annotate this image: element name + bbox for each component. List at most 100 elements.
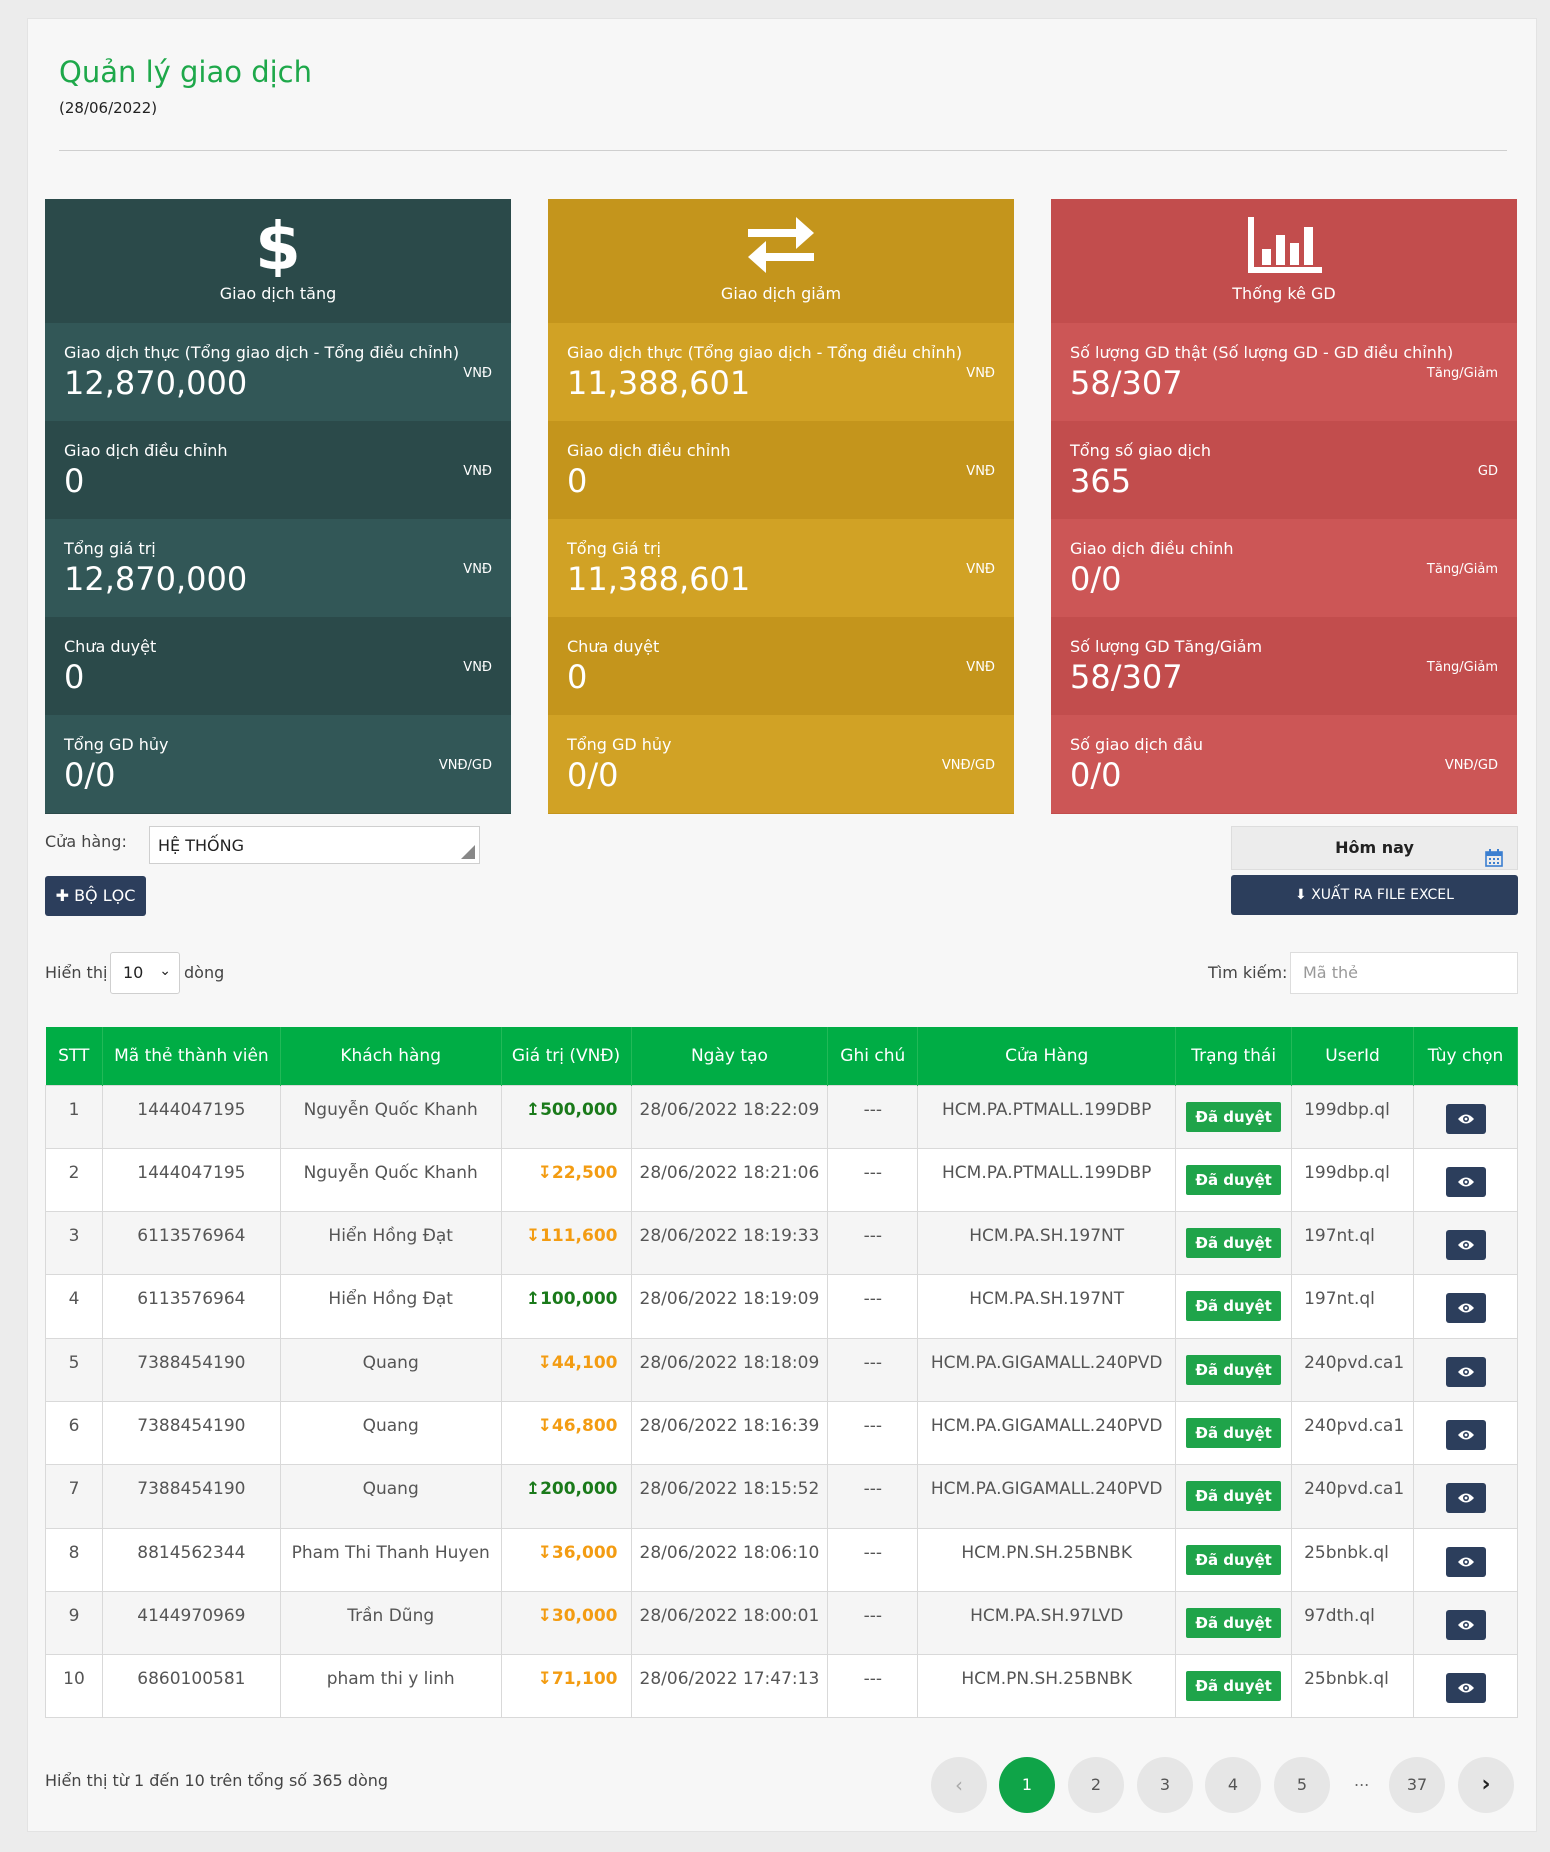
store-select[interactable]: HỆ THỐNG: [149, 826, 480, 864]
customer-link[interactable]: Quang: [279, 1464, 502, 1529]
cell-status: Đã duyệt: [1175, 1274, 1293, 1339]
prev-page-button[interactable]: ‹: [931, 1757, 987, 1813]
cell-options: [1413, 1590, 1518, 1656]
filter-button-label: BỘ LỌC: [74, 886, 136, 905]
customer-link[interactable]: Quang: [279, 1400, 502, 1466]
eye-icon: [1457, 1557, 1474, 1567]
page-button[interactable]: 37: [1389, 1757, 1445, 1813]
eye-icon: [1457, 1240, 1474, 1250]
column-header[interactable]: Giá trị (VNĐ): [501, 1027, 632, 1085]
page-button[interactable]: 3: [1137, 1757, 1193, 1813]
column-header[interactable]: Khách hàng: [280, 1027, 502, 1085]
card-row-unit: VNĐ/GD: [941, 758, 995, 773]
cell-store: HCM.PN.SH.25BNBK: [917, 1527, 1177, 1592]
cell-store: HCM.PA.SH.197NT: [917, 1274, 1177, 1339]
column-header[interactable]: STT: [45, 1027, 103, 1085]
cell-created-date: 28/06/2022 17:47:13: [630, 1654, 829, 1719]
cell-userid: 197nt.ql: [1291, 1211, 1415, 1276]
view-button[interactable]: [1445, 1609, 1486, 1640]
arrow-up-icon: ↥: [525, 1289, 541, 1310]
rows-label: dòng: [184, 963, 225, 982]
card-row-unit: VNĐ: [463, 464, 492, 479]
column-header[interactable]: Mã thẻ thành viên: [102, 1027, 281, 1085]
card-row-value: 0: [64, 658, 85, 696]
view-button[interactable]: [1445, 1546, 1486, 1577]
page-size-value: 10: [123, 963, 144, 982]
cell-created-date: 28/06/2022 18:15:52: [630, 1464, 829, 1529]
view-button[interactable]: [1445, 1103, 1486, 1134]
status-badge: Đã duyệt: [1186, 1101, 1281, 1132]
amount-value: 500,000: [540, 1099, 618, 1120]
customer-link[interactable]: Hiển Hồng Đạt: [279, 1274, 502, 1339]
store-label: Cửa hàng:: [45, 832, 127, 851]
card-row-value: 0: [567, 462, 588, 500]
cell-options: [1413, 1464, 1518, 1529]
eye-icon: [1457, 1493, 1474, 1503]
column-header[interactable]: Ghi chú: [827, 1027, 919, 1085]
column-header[interactable]: Trạng thái: [1175, 1027, 1293, 1085]
column-header[interactable]: Cửa Hàng: [917, 1027, 1177, 1085]
cell-amount: ↥100,000: [500, 1274, 632, 1339]
card-row-label: Tổng Giá trị: [567, 539, 661, 558]
cell-userid: 240pvd.ca1: [1291, 1400, 1415, 1466]
cell-userid: 97dth.ql: [1291, 1590, 1415, 1656]
table-header-row: STT Mã thẻ thành viên Khách hàng Giá trị…: [45, 1027, 1518, 1085]
cell-stt: 1: [45, 1084, 103, 1149]
filter-button[interactable]: ✚ BỘ LỌC: [45, 876, 146, 916]
amount-value: 111,600: [540, 1226, 618, 1247]
next-page-button[interactable]: ›: [1458, 1757, 1514, 1813]
card-row-label: Giao dịch điều chỉnh: [567, 441, 731, 460]
cell-note: ---: [827, 1654, 919, 1719]
customer-link[interactable]: Nguyễn Quốc Khanh: [279, 1147, 502, 1213]
view-button[interactable]: [1445, 1166, 1486, 1197]
page-size-select[interactable]: 10 ⌄: [110, 952, 180, 994]
dollar-icon: $: [45, 213, 511, 277]
card-row-value: 0/0: [1070, 560, 1122, 598]
page-button[interactable]: 1: [999, 1757, 1055, 1813]
customer-link[interactable]: pham thi y linh: [279, 1654, 502, 1719]
card-row-value: 58/307: [1070, 364, 1183, 402]
view-button[interactable]: [1445, 1356, 1486, 1387]
cell-amount: ↧22,500: [500, 1147, 632, 1213]
column-header[interactable]: UserId: [1291, 1027, 1415, 1085]
cell-amount: ↧71,100: [500, 1654, 632, 1719]
view-button[interactable]: [1445, 1293, 1486, 1324]
cell-stt: 9: [45, 1590, 103, 1656]
table-row: 9 4144970969 Trần Dũng ↧30,000 28/06/2022 18…: [45, 1590, 1518, 1656]
card-row-label: Chưa duyệt: [64, 637, 157, 656]
cell-amount: ↧36,000: [500, 1527, 632, 1592]
table-row: 4 6113576964 Hiển Hồng Đạt ↥100,000 28/06/20…: [45, 1274, 1518, 1339]
column-header[interactable]: Ngày tạo: [631, 1027, 829, 1085]
cell-created-date: 28/06/2022 18:19:33: [630, 1211, 829, 1276]
pagination-info: Hiển thị từ 1 đến 10 trên tổng số 365 dò…: [45, 1771, 389, 1790]
view-button[interactable]: [1445, 1230, 1486, 1261]
cell-created-date: 28/06/2022 18:22:09: [630, 1084, 829, 1149]
customer-link[interactable]: Nguyễn Quốc Khanh: [279, 1084, 502, 1149]
card-caption: Giao dịch giảm: [720, 284, 842, 303]
customer-link[interactable]: Hiển Hồng Đạt: [279, 1211, 502, 1276]
card-row-label: Số lượng GD Tăng/Giảm: [1070, 637, 1263, 656]
cell-stt: 5: [45, 1337, 103, 1402]
page-button[interactable]: 4: [1205, 1757, 1261, 1813]
date-range-value: Hôm nay: [1335, 838, 1414, 857]
view-button[interactable]: [1445, 1483, 1486, 1514]
chevron-right-icon: ›: [1481, 1772, 1491, 1797]
date-range-picker[interactable]: Hôm nay: [1231, 826, 1518, 870]
view-button[interactable]: [1445, 1673, 1486, 1704]
eye-icon: [1457, 1367, 1474, 1377]
customer-link[interactable]: Quang: [279, 1337, 502, 1402]
search-input[interactable]: Mã thẻ: [1290, 952, 1518, 994]
cell-store: HCM.PA.GIGAMALL.240PVD: [917, 1337, 1177, 1402]
page-button[interactable]: 2: [1068, 1757, 1124, 1813]
cell-status: Đã duyệt: [1175, 1147, 1293, 1213]
card-caption: Thống kê GD: [1232, 284, 1336, 303]
page-button[interactable]: 5: [1274, 1757, 1330, 1813]
cell-userid: 25bnbk.ql: [1291, 1527, 1415, 1592]
customer-link[interactable]: Trần Dũng: [279, 1590, 502, 1656]
cell-created-date: 28/06/2022 18:16:39: [630, 1400, 829, 1466]
customer-link[interactable]: Pham Thi Thanh Huyen: [279, 1527, 502, 1592]
export-excel-button[interactable]: ⬇ XUẤT RA FILE EXCEL: [1231, 875, 1518, 915]
view-button[interactable]: [1445, 1419, 1486, 1450]
eye-icon: [1457, 1620, 1474, 1630]
card-row-unit: VNĐ/GD: [438, 758, 492, 773]
